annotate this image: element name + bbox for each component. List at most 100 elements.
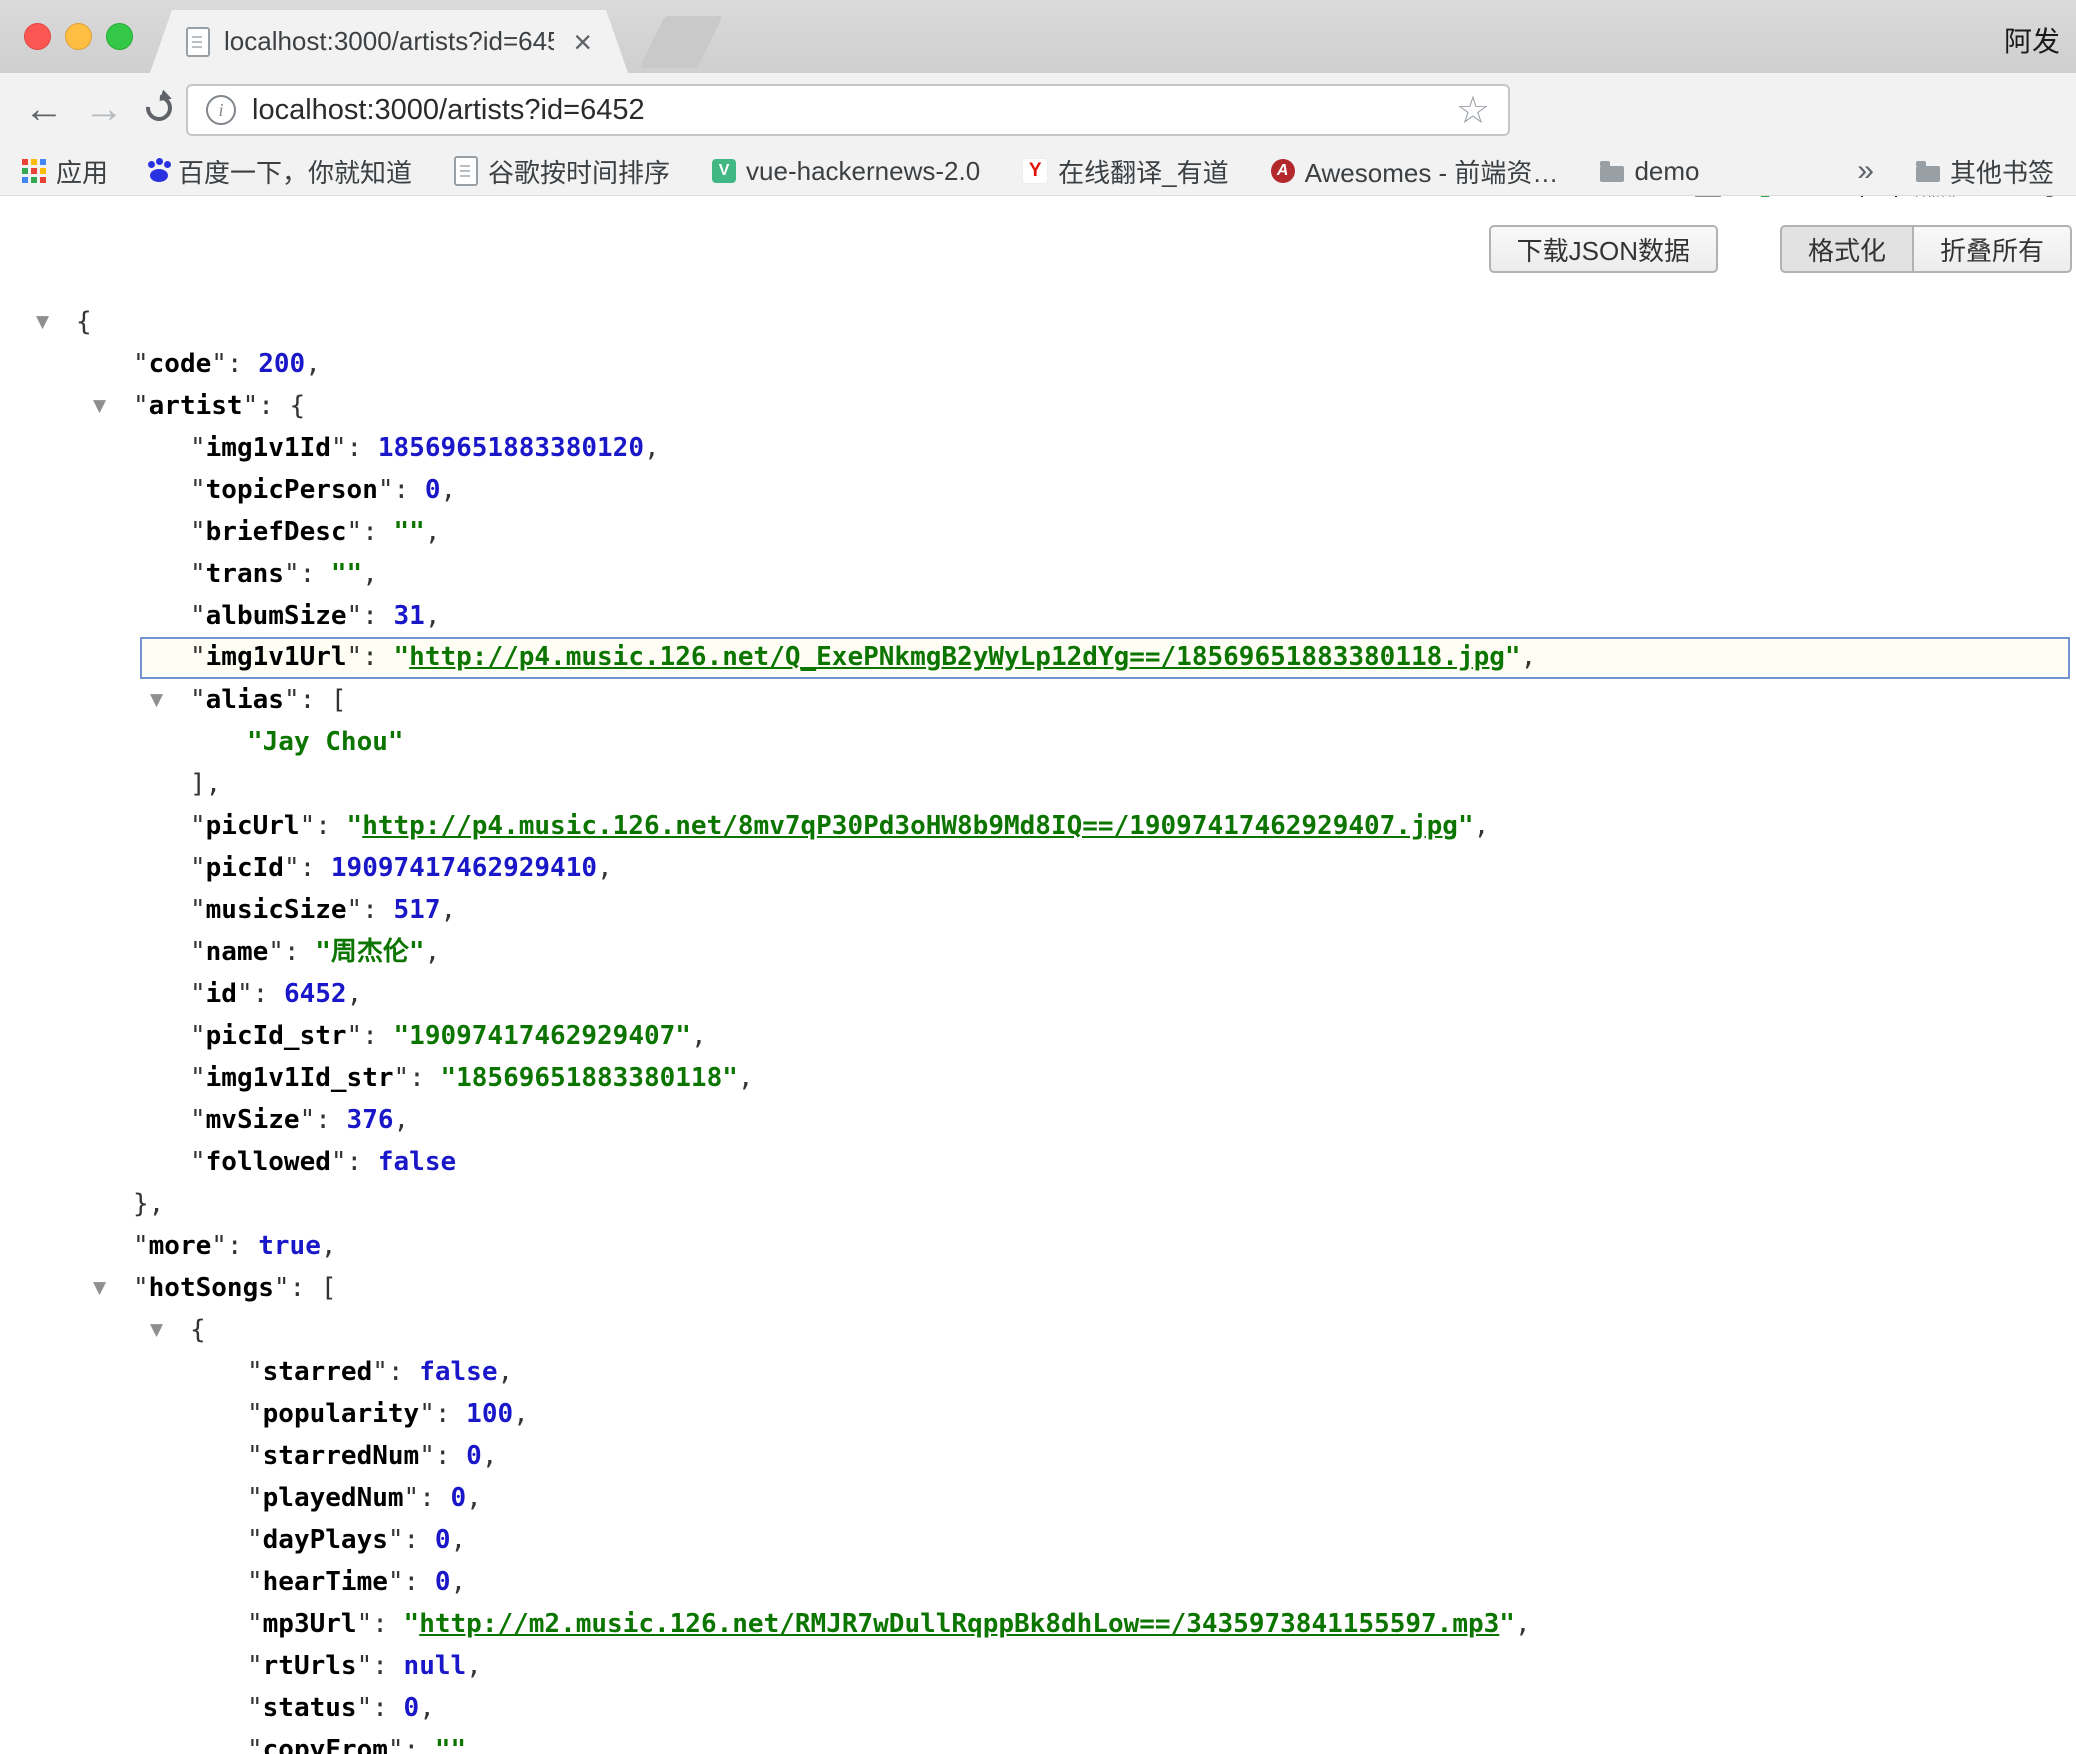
json-token: , xyxy=(425,601,441,631)
bookmark-label: 在线翻译_有道 xyxy=(1058,153,1228,190)
json-string-value: "" xyxy=(435,1735,466,1754)
json-token: ": xyxy=(243,391,290,421)
json-token: " xyxy=(190,1021,206,1051)
bookmark-label: 百度一下，你就知道 xyxy=(178,153,412,190)
profile-name[interactable]: 阿发 xyxy=(2004,20,2060,60)
collapse-caret[interactable]: ▼ xyxy=(150,679,163,721)
new-tab-button[interactable] xyxy=(639,16,722,68)
json-token: ": xyxy=(284,853,331,883)
other-bookmarks[interactable]: 其他书签 xyxy=(1916,153,2054,190)
bookmark-item-vue-hackernews[interactable]: V vue-hackernews-2.0 xyxy=(712,156,980,187)
minimize-window-button[interactable] xyxy=(65,23,92,50)
json-line: "mvSize": 376, xyxy=(0,1099,2076,1141)
json-token: " xyxy=(190,1105,206,1135)
json-url-link[interactable]: http://p4.music.126.net/8mv7qP30Pd3oHW8b… xyxy=(362,811,1458,841)
json-line: "picUrl": "http://p4.music.126.net/8mv7q… xyxy=(0,805,2076,847)
json-token: , xyxy=(466,1651,482,1681)
json-body: ▼{"code": 200,▼"artist": {"img1v1Id": 18… xyxy=(0,301,2076,1754)
json-key: copyFrom xyxy=(263,1735,388,1754)
url-text[interactable]: localhost:3000/artists?id=6452 xyxy=(252,94,645,127)
json-url-link[interactable]: http://p4.music.126.net/Q_ExePNkmgB2yWyL… xyxy=(409,642,1505,672)
zoom-window-button[interactable] xyxy=(106,23,133,50)
json-token: , xyxy=(394,1105,410,1135)
collapse-caret[interactable]: ▼ xyxy=(93,385,106,427)
json-token: ": xyxy=(419,1441,466,1471)
json-key: more xyxy=(149,1231,212,1261)
json-token: ": xyxy=(388,1525,435,1555)
reload-button[interactable] xyxy=(146,95,172,121)
json-token: " xyxy=(190,433,206,463)
json-number-value: 376 xyxy=(347,1105,394,1135)
json-token: ": xyxy=(357,1693,404,1723)
page-icon xyxy=(454,156,478,186)
json-token: [ xyxy=(321,1273,337,1303)
json-key: img1v1Id_str xyxy=(206,1063,394,1093)
bookmark-item-youdao[interactable]: Y 在线翻译_有道 xyxy=(1022,153,1228,190)
json-line: "name": "周杰伦", xyxy=(0,931,2076,973)
json-token: " xyxy=(190,601,206,631)
json-token: ": xyxy=(372,1357,419,1387)
json-key: picId xyxy=(206,853,284,883)
collapse-caret[interactable]: ▼ xyxy=(150,1309,163,1351)
json-token: ": xyxy=(357,1651,404,1681)
download-json-button[interactable]: 下载JSON数据 xyxy=(1489,225,1718,273)
collapse-caret[interactable]: ▼ xyxy=(36,301,49,343)
bookmark-label: vue-hackernews-2.0 xyxy=(746,156,980,187)
json-token: ": xyxy=(284,685,331,715)
apps-shortcut[interactable]: 应用 xyxy=(22,153,108,190)
browser-tab[interactable]: localhost:3000/artists?id=645 × xyxy=(150,10,628,73)
bookmark-item-baidu[interactable]: 百度一下，你就知道 xyxy=(150,153,412,190)
json-token: , xyxy=(451,1567,467,1597)
format-button[interactable]: 格式化 xyxy=(1780,225,1914,273)
close-window-button[interactable] xyxy=(24,23,51,50)
back-button[interactable]: ← xyxy=(24,87,64,131)
json-boolean-value: true xyxy=(258,1231,321,1261)
json-token: " xyxy=(190,559,206,589)
json-number-value: 31 xyxy=(394,601,425,631)
page-info-icon[interactable]: i xyxy=(206,95,236,125)
baidu-icon xyxy=(150,169,168,182)
json-token: , xyxy=(321,1231,337,1261)
tab-title: localhost:3000/artists?id=645 xyxy=(224,26,554,57)
json-url-link[interactable]: http://m2.music.126.net/RMJR7wDullRqppBk… xyxy=(419,1609,1499,1639)
json-line-selected: "img1v1Url": "http://p4.music.126.net/Q_… xyxy=(140,637,2070,679)
json-key: mp3Url xyxy=(263,1609,357,1639)
bookmark-item-demo[interactable]: demo xyxy=(1600,156,1699,187)
json-line: "briefDesc": "", xyxy=(0,511,2076,553)
bookmark-item-google-sort[interactable]: 谷歌按时间排序 xyxy=(454,153,670,190)
json-number-value: 100 xyxy=(466,1399,513,1429)
json-line: "dayPlays": 0, xyxy=(0,1519,2076,1561)
json-key: starred xyxy=(263,1357,373,1387)
collapse-caret[interactable]: ▼ xyxy=(93,1267,106,1309)
apps-grid-icon xyxy=(22,159,46,183)
collapse-all-button[interactable]: 折叠所有 xyxy=(1912,225,2072,273)
bookmarks-overflow-icon[interactable]: » xyxy=(1857,154,1874,188)
json-token: ": xyxy=(300,1105,347,1135)
json-token: ": xyxy=(394,1063,441,1093)
tab-close-icon[interactable]: × xyxy=(573,26,592,58)
bookmark-star-icon[interactable]: ☆ xyxy=(1456,88,1490,133)
json-token: " xyxy=(190,685,206,715)
json-token: ": xyxy=(347,517,394,547)
json-token: { xyxy=(190,1315,206,1345)
page-icon xyxy=(186,27,210,57)
json-token: ": xyxy=(347,895,394,925)
json-token: " xyxy=(190,979,206,1009)
json-token: " xyxy=(190,1063,206,1093)
json-number-value: 0 xyxy=(435,1567,451,1597)
json-token: , xyxy=(644,433,660,463)
address-bar[interactable]: i localhost:3000/artists?id=6452 ☆ xyxy=(186,84,1510,136)
json-line: ▼{ xyxy=(0,301,2076,343)
json-number-value: 0 xyxy=(425,475,441,505)
json-key: code xyxy=(149,349,212,379)
json-line: "copyFrom": "", xyxy=(0,1729,2076,1754)
json-line: "status": 0, xyxy=(0,1687,2076,1729)
json-number-value: 517 xyxy=(394,895,441,925)
json-token: , xyxy=(738,1063,754,1093)
json-line: ▼"alias": [ xyxy=(0,679,2076,721)
json-token: { xyxy=(290,391,306,421)
json-token: [ xyxy=(331,685,347,715)
json-token: " xyxy=(133,1231,149,1261)
bookmark-item-awesomes[interactable]: A Awesomes - 前端资… xyxy=(1271,153,1559,190)
bookmarks-bar: 应用 百度一下，你就知道 谷歌按时间排序 V vue-hackernews-2.… xyxy=(0,147,2076,196)
